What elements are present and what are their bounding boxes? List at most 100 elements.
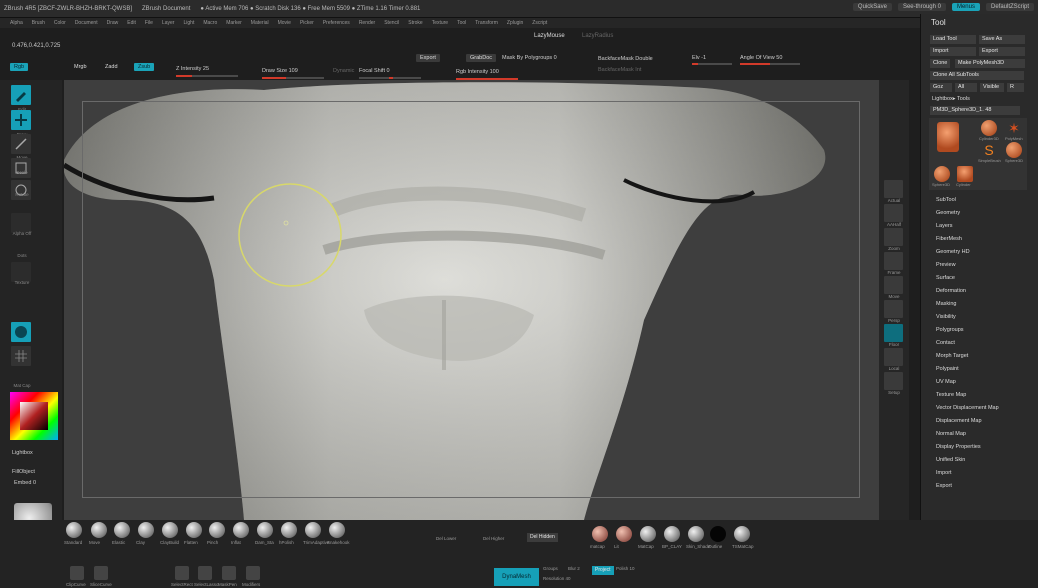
tool-thumb-sphere[interactable] bbox=[1006, 142, 1022, 158]
tool-thumb-main[interactable] bbox=[937, 122, 959, 152]
brush-elastic[interactable] bbox=[114, 522, 130, 538]
mask-by-polygroups-slider[interactable]: Mask By Polygroups 0 bbox=[502, 55, 557, 61]
color-picker[interactable] bbox=[10, 392, 58, 440]
menu-texture[interactable]: Texture bbox=[432, 20, 448, 26]
material-tsmatcap[interactable] bbox=[734, 526, 750, 542]
blur-slider[interactable]: Blur 2 bbox=[568, 566, 580, 571]
brush-snakehook[interactable] bbox=[329, 522, 345, 538]
tool-section-unified-skin[interactable]: Unified Skin bbox=[936, 457, 965, 463]
tool-section-morph-target[interactable]: Morph Target bbox=[936, 353, 968, 359]
brush-trimadaptive[interactable] bbox=[305, 522, 321, 538]
polish-slider[interactable]: Polish 10 bbox=[616, 566, 635, 571]
lightbox-tools-button[interactable]: Lightbox▸ Tools bbox=[932, 96, 970, 102]
export-button[interactable]: Export bbox=[979, 47, 1025, 56]
project-toggle[interactable]: Project bbox=[592, 566, 614, 575]
menu-draw[interactable]: Draw bbox=[107, 20, 119, 26]
move-mode-button[interactable] bbox=[11, 134, 31, 154]
tool-section-polygroups[interactable]: Polygroups bbox=[936, 327, 964, 333]
menu-zplugin[interactable]: Zplugin bbox=[507, 20, 523, 26]
floor-button[interactable] bbox=[884, 324, 903, 342]
menu-picker[interactable]: Picker bbox=[300, 20, 314, 26]
tool-section-polypaint[interactable]: Polypaint bbox=[936, 366, 959, 372]
selectrect-button[interactable] bbox=[175, 566, 189, 580]
tool-section-fibermesh[interactable]: FiberMesh bbox=[936, 236, 962, 242]
tool-section-geometry[interactable]: Geometry bbox=[936, 210, 960, 216]
r-button[interactable]: R bbox=[1007, 83, 1024, 92]
canvas-viewport[interactable] bbox=[64, 80, 879, 520]
matcap-selector[interactable] bbox=[11, 322, 31, 342]
tool-section-masking[interactable]: Masking bbox=[936, 301, 956, 307]
material-skin-shade[interactable] bbox=[688, 526, 704, 542]
tool-section-display-properties[interactable]: Display Properties bbox=[936, 444, 981, 450]
material-outline[interactable] bbox=[710, 526, 726, 542]
all-button[interactable]: All bbox=[955, 83, 977, 92]
z-intensity-slider[interactable]: Z Intensity 25 bbox=[176, 66, 209, 72]
persp-button[interactable] bbox=[884, 300, 903, 318]
visible-button[interactable]: Visible bbox=[980, 83, 1004, 92]
selectlasso-button[interactable] bbox=[198, 566, 212, 580]
material-bp-clay[interactable] bbox=[664, 526, 680, 542]
rgb-toggle[interactable]: Rgb bbox=[10, 63, 29, 71]
embed-slider[interactable]: Embed 0 bbox=[14, 480, 36, 486]
material-lit[interactable] bbox=[616, 526, 632, 542]
color-square[interactable] bbox=[20, 402, 48, 430]
rgb-intensity-slider[interactable]: Rgb Intensity 100 bbox=[456, 69, 499, 75]
actual-button[interactable] bbox=[884, 180, 903, 198]
see-through-slider[interactable]: See-through 0 bbox=[897, 3, 946, 11]
tool-section-layers[interactable]: Layers bbox=[936, 223, 953, 229]
del-higher-button[interactable]: Del Higher bbox=[483, 536, 504, 541]
texture-selector[interactable] bbox=[11, 262, 31, 282]
menu-movie[interactable]: Movie bbox=[278, 20, 291, 26]
resolution-slider[interactable]: Resolution 40 bbox=[543, 576, 571, 581]
brush-inflat[interactable] bbox=[233, 522, 249, 538]
material-matcap[interactable] bbox=[592, 526, 608, 542]
polymesh-star-icon[interactable]: ✶ bbox=[1006, 120, 1022, 136]
menu-macro[interactable]: Macro bbox=[203, 20, 217, 26]
quicksave-button[interactable]: QuickSave bbox=[852, 3, 892, 11]
mrgb-toggle[interactable]: Mrgb bbox=[70, 63, 91, 71]
save-as-button[interactable]: Save As bbox=[979, 35, 1025, 44]
menu-render[interactable]: Render bbox=[359, 20, 375, 26]
menu-preferences[interactable]: Preferences bbox=[323, 20, 350, 26]
tool-thumb-cylinder-2[interactable] bbox=[957, 166, 973, 182]
brush-hpolish[interactable] bbox=[281, 522, 297, 538]
alpha-selector[interactable] bbox=[11, 213, 31, 233]
menu-file[interactable]: File bbox=[145, 20, 153, 26]
tool-section-contact[interactable]: Contact bbox=[936, 340, 955, 346]
menu-stencil[interactable]: Stencil bbox=[384, 20, 399, 26]
angle-of-view-slider[interactable]: Angle Of View 50 bbox=[740, 55, 782, 61]
simplebrush-icon[interactable]: S bbox=[981, 142, 997, 158]
tool-section-uv-map[interactable]: UV Map bbox=[936, 379, 956, 385]
menu-marker[interactable]: Marker bbox=[226, 20, 242, 26]
menu-alpha[interactable]: Alpha bbox=[10, 20, 23, 26]
goz-button[interactable]: Goz bbox=[930, 83, 952, 92]
tool-section-displacement-map[interactable]: Displacement Map bbox=[936, 418, 982, 424]
tool-section-export[interactable]: Export bbox=[936, 483, 952, 489]
setup-button[interactable] bbox=[884, 372, 903, 390]
maskpen-button[interactable] bbox=[222, 566, 236, 580]
zsub-toggle[interactable]: Zsub bbox=[134, 63, 155, 71]
menu-document[interactable]: Document bbox=[75, 20, 98, 26]
tool-thumb-cylinder[interactable] bbox=[981, 120, 997, 136]
scale-mode-button[interactable] bbox=[11, 158, 31, 178]
rotate-mode-button[interactable] bbox=[11, 180, 31, 200]
clone-all-subtools-button[interactable]: Clone All SubTools bbox=[930, 71, 1024, 80]
tool-section-geometry-hd[interactable]: Geometry HD bbox=[936, 249, 970, 255]
tool-section-visibility[interactable]: Visibility bbox=[936, 314, 956, 320]
menu-stroke[interactable]: Stroke bbox=[408, 20, 422, 26]
brush-flatten[interactable] bbox=[186, 522, 202, 538]
brush-claybuild[interactable] bbox=[162, 522, 178, 538]
tool-section-import[interactable]: Import bbox=[936, 470, 952, 476]
focal-shift-slider[interactable]: Focal Shift 0 bbox=[359, 68, 390, 74]
clone-button[interactable]: Clone bbox=[930, 59, 950, 68]
menu-edit[interactable]: Edit bbox=[127, 20, 136, 26]
export-button[interactable]: Export bbox=[416, 54, 440, 62]
dynamic-toggle[interactable]: Dynamic bbox=[333, 68, 354, 74]
tool-section-texture-map[interactable]: Texture Map bbox=[936, 392, 966, 398]
tool-section-surface[interactable]: Surface bbox=[936, 275, 955, 281]
grid-toggle[interactable] bbox=[11, 346, 31, 366]
brush-move[interactable] bbox=[91, 522, 107, 538]
brush-standard[interactable] bbox=[66, 522, 82, 538]
aahalf-button[interactable] bbox=[884, 204, 903, 222]
load-tool-button[interactable]: Load Tool bbox=[930, 35, 976, 44]
